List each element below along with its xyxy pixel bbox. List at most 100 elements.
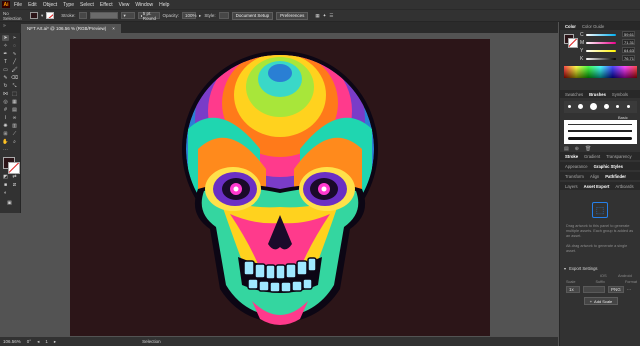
blend-tool-icon[interactable]: ∞	[11, 115, 18, 121]
brush-dot[interactable]	[627, 105, 630, 108]
arrange-icon[interactable]: ▦	[315, 13, 319, 19]
variable-width-dropdown[interactable]	[89, 12, 118, 19]
black-value[interactable]: 76.71	[622, 55, 635, 61]
opacity-field[interactable]: 100%	[182, 12, 197, 19]
more-options-icon[interactable]: ⋯	[627, 287, 631, 292]
lasso-tool-icon[interactable]: ◌	[11, 43, 18, 49]
document-tab[interactable]: NFT Art.ai* @ 106.56 % (RGB/Preview) ×	[21, 24, 121, 33]
fill-swatch[interactable]	[30, 12, 38, 19]
android-label[interactable]: Android	[618, 273, 632, 278]
menu-effect[interactable]: Effect	[100, 2, 113, 8]
mesh-tool-icon[interactable]: #	[2, 107, 9, 113]
magic-wand-tool-icon[interactable]: ✧	[2, 43, 9, 49]
edit-toolbar-icon[interactable]: ⋯	[2, 147, 9, 153]
default-colors-icon[interactable]: ◩	[2, 174, 9, 180]
tab-symbols[interactable]: Symbols	[612, 92, 628, 97]
color-stroke-icon[interactable]	[568, 38, 578, 48]
swap-colors-icon[interactable]: ⇄	[11, 174, 18, 180]
artboard-tool-icon[interactable]: ⊞	[2, 131, 9, 137]
menu-object[interactable]: Object	[43, 2, 57, 8]
add-scale-button[interactable]: + Add Scale	[584, 297, 618, 305]
symbol-sprayer-tool-icon[interactable]: ✺	[2, 123, 9, 129]
brush-dot[interactable]	[590, 103, 597, 110]
hand-tool-icon[interactable]: ✋	[2, 139, 9, 145]
menu-edit[interactable]: Edit	[28, 2, 37, 8]
yellow-slider[interactable]	[586, 50, 616, 52]
line-tool-icon[interactable]: ╱	[11, 59, 18, 65]
rotate-tool-icon[interactable]: ↻	[2, 83, 9, 89]
tab-transparency[interactable]: Transparency	[606, 154, 631, 159]
type-tool-icon[interactable]: T	[2, 59, 9, 65]
black-slider[interactable]	[586, 58, 616, 60]
tab-artboards[interactable]: Artboards	[615, 184, 633, 189]
color-mode-icon[interactable]: ■	[2, 182, 9, 188]
gradient-tool-icon[interactable]: ▤	[11, 107, 18, 113]
stroke-swatch[interactable]	[46, 12, 55, 19]
free-transform-tool-icon[interactable]: ⬚	[11, 91, 18, 97]
pen-tool-icon[interactable]: ✒	[2, 51, 9, 57]
shape-builder-tool-icon[interactable]: ◎	[2, 99, 9, 105]
direct-selection-tool-icon[interactable]: ➢	[11, 35, 18, 41]
curvature-tool-icon[interactable]: ∿	[11, 51, 18, 57]
cyan-slider[interactable]	[586, 34, 616, 36]
recolor-icon[interactable]: ✦	[323, 13, 327, 19]
scale-tool-icon[interactable]: ⤡	[11, 83, 18, 89]
menu-type[interactable]: Type	[63, 2, 74, 8]
brush-dot[interactable]	[616, 105, 619, 108]
fill-dropdown-icon[interactable]: ▾	[41, 13, 43, 19]
magenta-slider[interactable]	[586, 42, 616, 44]
color-spectrum[interactable]	[564, 66, 637, 78]
menu-view[interactable]: View	[119, 2, 130, 8]
brush-dot[interactable]	[578, 104, 583, 109]
artboard-prev-icon[interactable]: ◂	[37, 339, 39, 345]
preferences-button[interactable]: Preferences	[276, 11, 309, 20]
tab-graphic-styles[interactable]: Graphic Styles	[594, 164, 623, 169]
ios-label[interactable]: iOS	[600, 273, 607, 278]
control-menu-icon[interactable]: ☰	[329, 13, 333, 19]
tab-pathfinder[interactable]: Pathfinder	[605, 174, 626, 179]
yellow-value[interactable]: 64.63	[622, 47, 635, 53]
menu-window[interactable]: Window	[135, 2, 153, 8]
brush-definition-dropdown[interactable]: ▾	[120, 12, 135, 19]
rotation-view[interactable]: 0°	[27, 339, 31, 344]
tab-layers[interactable]: Layers	[565, 184, 578, 189]
tab-stroke[interactable]: Stroke	[565, 154, 578, 159]
suffix-field[interactable]	[583, 286, 605, 293]
tab-appearance[interactable]: Appearance	[565, 164, 588, 169]
brush-strokes-preview[interactable]	[564, 120, 637, 144]
zoom-level[interactable]: 106.56%	[3, 339, 21, 344]
tab-asset-export[interactable]: Asset Export	[584, 184, 610, 189]
document-setup-button[interactable]: Document Setup	[231, 11, 274, 20]
eyedropper-tool-icon[interactable]: ⌇	[2, 115, 9, 121]
brush-dot[interactable]	[568, 105, 571, 108]
menu-file[interactable]: File	[14, 2, 22, 8]
artboard-next-icon[interactable]: ▸	[54, 339, 56, 345]
rectangle-tool-icon[interactable]: ▭	[2, 67, 9, 73]
tab-color-guide[interactable]: Color Guide	[582, 24, 604, 29]
eraser-tool-icon[interactable]: ⌫	[11, 75, 18, 81]
width-tool-icon[interactable]: ⋈	[2, 91, 9, 97]
zoom-tool-icon[interactable]: ⌕	[11, 139, 18, 145]
brush-dot[interactable]	[604, 104, 609, 109]
stroke-color-icon[interactable]	[8, 162, 20, 174]
menu-select[interactable]: Select	[80, 2, 94, 8]
tab-color[interactable]: Color	[565, 24, 576, 29]
scale-dropdown[interactable]: 1x	[566, 286, 580, 293]
tab-transform[interactable]: Transform	[565, 174, 584, 179]
paintbrush-tool-icon[interactable]: 🖌	[11, 67, 18, 73]
cyan-value[interactable]: 59.61	[622, 31, 635, 37]
artboard[interactable]	[70, 39, 490, 336]
none-mode-icon[interactable]: ⧄	[11, 182, 18, 188]
stroke-weight-field[interactable]	[78, 12, 87, 19]
tab-brushes[interactable]: Brushes	[589, 92, 606, 97]
style-dropdown[interactable]	[218, 12, 229, 19]
format-dropdown[interactable]: PNG	[608, 286, 624, 293]
close-icon[interactable]: ×	[112, 26, 115, 31]
export-settings-header[interactable]: ▾ Export Settings	[564, 264, 637, 272]
magenta-value[interactable]: 71.31	[622, 39, 635, 45]
toolbar-collapse-icon[interactable]: »	[3, 23, 6, 29]
tab-align[interactable]: Align	[590, 174, 599, 179]
draw-mode-icon[interactable]: ◐	[2, 190, 9, 196]
perspective-grid-tool-icon[interactable]: ▦	[11, 99, 18, 105]
pencil-tool-icon[interactable]: ✎	[2, 75, 9, 81]
